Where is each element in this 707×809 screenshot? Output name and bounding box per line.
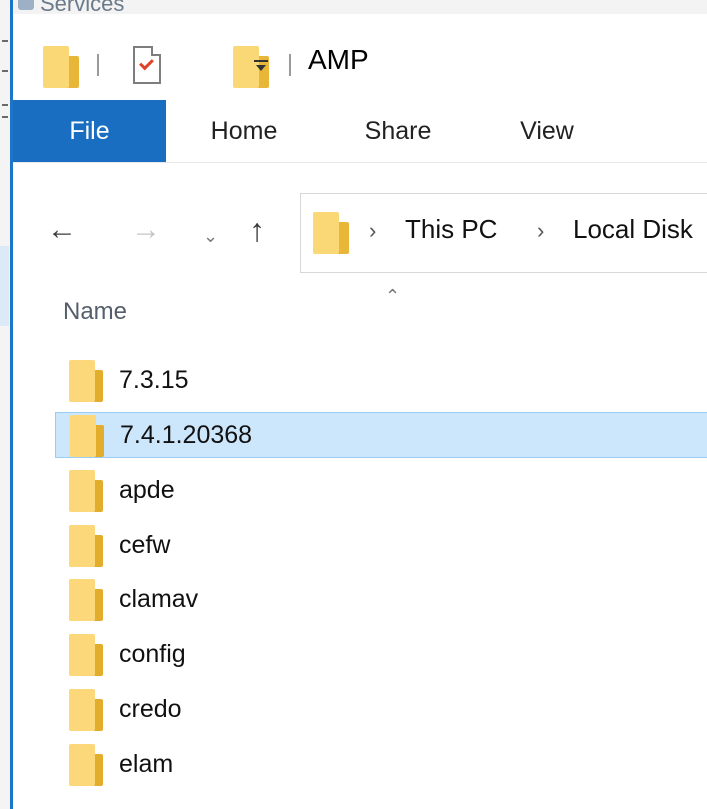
breadcrumb-chevron-icon[interactable]: › xyxy=(369,218,376,244)
list-item[interactable]: config xyxy=(55,632,707,678)
breadcrumb-chevron-icon[interactable]: › xyxy=(537,218,544,244)
file-name: 7.3.15 xyxy=(119,366,189,394)
file-name: config xyxy=(119,640,186,668)
folder-icon xyxy=(69,470,105,512)
tab-home[interactable]: Home xyxy=(189,100,299,162)
column-header-name[interactable]: Name xyxy=(63,298,127,326)
background-mark xyxy=(2,70,8,72)
tab-file[interactable]: File xyxy=(13,100,166,162)
recent-locations-icon[interactable]: ⌄ xyxy=(203,221,218,251)
address-folder-icon xyxy=(313,212,349,254)
ribbon-tabs: File Home Share View xyxy=(13,100,707,162)
screen: Services AMP File Home Share View ← → ⌄ … xyxy=(0,0,707,809)
folder-icon xyxy=(69,634,105,676)
folder-icon xyxy=(69,744,105,786)
up-arrow-icon[interactable]: ↑ xyxy=(249,214,265,246)
list-item[interactable]: apde xyxy=(55,468,707,514)
background-mark xyxy=(2,104,8,106)
background-window-title: Services xyxy=(40,0,125,15)
folder-icon xyxy=(69,525,105,567)
folder-icon xyxy=(69,689,105,731)
folder-icon[interactable] xyxy=(43,46,79,88)
tab-share[interactable]: Share xyxy=(343,100,453,162)
folder-icon xyxy=(69,360,105,402)
background-mark xyxy=(2,40,8,42)
title-separator xyxy=(97,54,99,76)
title-separator xyxy=(289,54,291,76)
folder-icon xyxy=(69,579,105,621)
properties-icon[interactable] xyxy=(133,46,161,84)
file-name: cefw xyxy=(119,531,171,559)
background-window: Services xyxy=(0,0,707,15)
background-selection xyxy=(0,246,9,326)
list-item[interactable]: clamav xyxy=(55,577,707,623)
list-item[interactable]: 7.3.15 xyxy=(55,358,707,404)
file-name: credo xyxy=(119,695,182,723)
file-name: apde xyxy=(119,476,175,504)
sort-ascending-icon: ⌃ xyxy=(385,286,401,306)
background-window-edge xyxy=(0,0,14,809)
breadcrumb-local-disk[interactable]: Local Disk xyxy=(573,214,693,245)
services-icon xyxy=(18,0,34,10)
navigation-bar: ← → ⌄ ↑ › This PC › Local Disk xyxy=(13,162,707,281)
list-item[interactable]: elam xyxy=(55,742,707,788)
address-bar[interactable]: › This PC › Local Disk xyxy=(300,193,707,273)
folder-icon xyxy=(70,415,106,457)
file-name: clamav xyxy=(119,585,199,613)
background-mark xyxy=(2,116,8,118)
list-item[interactable]: credo xyxy=(55,687,707,733)
file-name: elam xyxy=(119,750,174,778)
file-name: 7.4.1.20368 xyxy=(120,421,253,449)
list-item[interactable]: 7.4.1.20368 xyxy=(55,412,707,458)
forward-arrow-icon[interactable]: → xyxy=(131,215,161,245)
back-arrow-icon[interactable]: ← xyxy=(47,215,77,245)
title-bar: AMP xyxy=(13,14,707,100)
explorer-window: AMP File Home Share View ← → ⌄ ↑ › This … xyxy=(13,14,707,809)
tab-view[interactable]: View xyxy=(499,100,595,162)
list-item[interactable]: cefw xyxy=(55,523,707,569)
customize-dropdown-icon[interactable] xyxy=(253,52,269,76)
window-title: AMP xyxy=(308,44,369,75)
breadcrumb-this-pc[interactable]: This PC xyxy=(405,214,497,245)
